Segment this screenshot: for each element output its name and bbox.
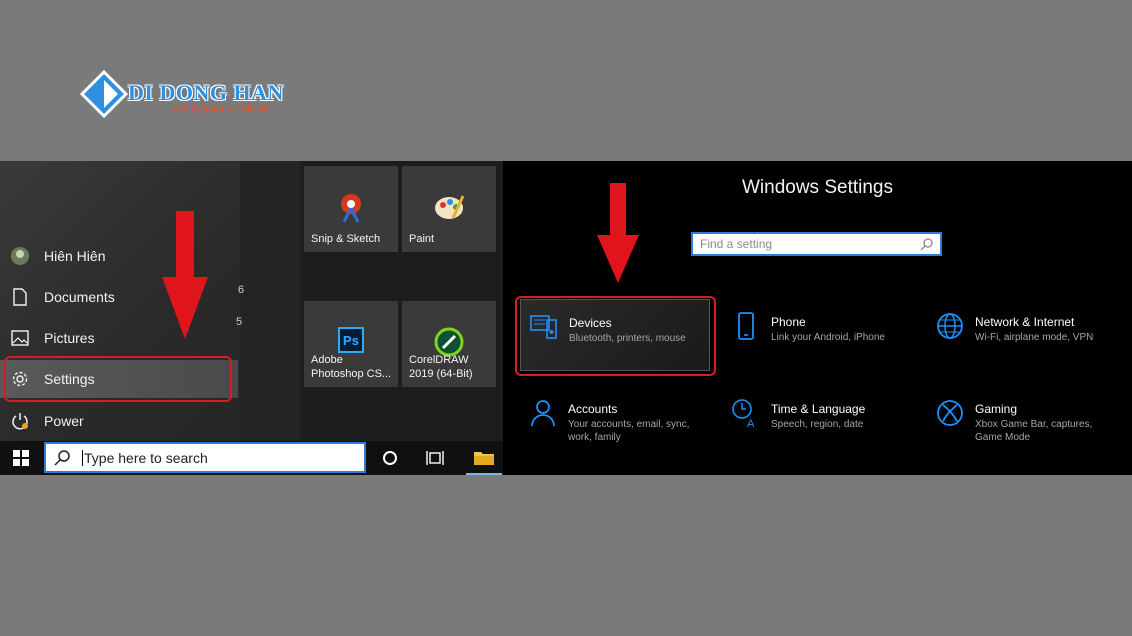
cortana-icon[interactable]: [376, 441, 404, 475]
tile-label: CorelDRAW 2019 (64-Bit): [409, 354, 473, 380]
search-icon: [920, 238, 933, 251]
settings-time-language[interactable]: A Time & Language Speech, region, date: [723, 386, 913, 456]
text-cursor: [82, 449, 83, 466]
tile-label: Adobe Photoshop CS...: [311, 354, 392, 380]
card-desc: Xbox Game Bar, captures, Game Mode: [975, 419, 1093, 443]
card-desc: Link your Android, iPhone: [771, 332, 885, 343]
red-arrow-icon: [162, 211, 208, 339]
xbox-icon: [937, 400, 963, 426]
app-list-strip: 6 5: [236, 161, 300, 441]
card-title: Accounts: [568, 402, 618, 416]
stray-text: 5: [236, 316, 243, 328]
globe-icon: [937, 313, 963, 339]
taskbar: Type here to search: [0, 441, 503, 475]
tile-label: Paint: [409, 233, 435, 245]
photoshop-icon: Ps: [338, 327, 364, 353]
tile-paint[interactable]: Paint: [402, 166, 496, 252]
task-view-icon[interactable]: [420, 441, 450, 475]
logo: DI DONG HAN Trải nghiệm & Gắn bó: [80, 68, 283, 120]
phone-icon: [738, 312, 754, 340]
power-icon: [0, 412, 40, 430]
start-item-power[interactable]: Power: [0, 402, 238, 440]
windows-start-icon[interactable]: [8, 441, 34, 475]
photoshop-icon-text: Ps: [343, 332, 359, 348]
logo-tagline: Trải nghiệm & Gắn bó: [172, 104, 270, 115]
card-title: Network & Internet: [975, 315, 1075, 329]
find-setting-placeholder: Find a setting: [700, 237, 773, 251]
start-item-label: Power: [44, 413, 84, 429]
card-desc: Wi-Fi, airplane mode, VPN: [975, 332, 1094, 343]
find-setting-input[interactable]: Find a setting: [691, 232, 942, 256]
taskbar-search-placeholder: Type here to search: [84, 449, 208, 466]
pictures-icon: [0, 330, 40, 346]
settings-phone[interactable]: Phone Link your Android, iPhone: [723, 299, 913, 369]
start-item-label: Documents: [44, 289, 115, 305]
red-arrow-icon: [597, 183, 639, 283]
time-language-icon: A: [732, 399, 755, 428]
person-icon: [531, 400, 555, 427]
settings-accounts[interactable]: Accounts Your accounts, email, sync, wor…: [520, 386, 710, 456]
settings-network[interactable]: Network & Internet Wi-Fi, airplane mode,…: [927, 299, 1117, 369]
stray-text: 6: [238, 284, 245, 296]
logo-brand: DI DONG HAN: [128, 80, 284, 105]
card-title: Time & Language: [771, 402, 866, 416]
windows-settings: Windows Settings Find a setting Devices …: [503, 161, 1132, 475]
logo-diamond-icon: [80, 70, 128, 118]
search-icon: [54, 449, 70, 466]
svg-text:A: A: [747, 418, 755, 428]
tile-snip-sketch[interactable]: Snip & Sketch: [304, 166, 398, 252]
card-desc: Speech, region, date: [771, 419, 864, 430]
start-item-label: Pictures: [44, 330, 95, 346]
start-menu: Hiên Hiên Documents Pictures Settings Po…: [0, 161, 503, 475]
snip-sketch-icon: [341, 194, 361, 223]
devices-highlight-box: [515, 296, 716, 376]
tile-label: Snip & Sketch: [311, 233, 381, 245]
document-icon: [0, 288, 40, 306]
file-explorer-icon[interactable]: [466, 441, 502, 475]
taskbar-search-box[interactable]: Type here to search: [44, 442, 366, 473]
card-title: Gaming: [975, 402, 1018, 416]
settings-gaming[interactable]: Gaming Xbox Game Bar, captures, Game Mod…: [927, 386, 1117, 456]
user-avatar: [0, 246, 40, 266]
tile-photoshop[interactable]: Ps Adobe Photoshop CS...: [304, 301, 398, 387]
settings-highlight-box: [4, 356, 232, 402]
paint-icon: [435, 195, 465, 219]
tile-coreldraw[interactable]: CorelDRAW 2019 (64-Bit): [402, 301, 496, 387]
card-title: Phone: [771, 315, 806, 329]
card-desc: Your accounts, email, sync, work, family: [568, 419, 690, 443]
start-item-label: Hiên Hiên: [44, 248, 106, 264]
